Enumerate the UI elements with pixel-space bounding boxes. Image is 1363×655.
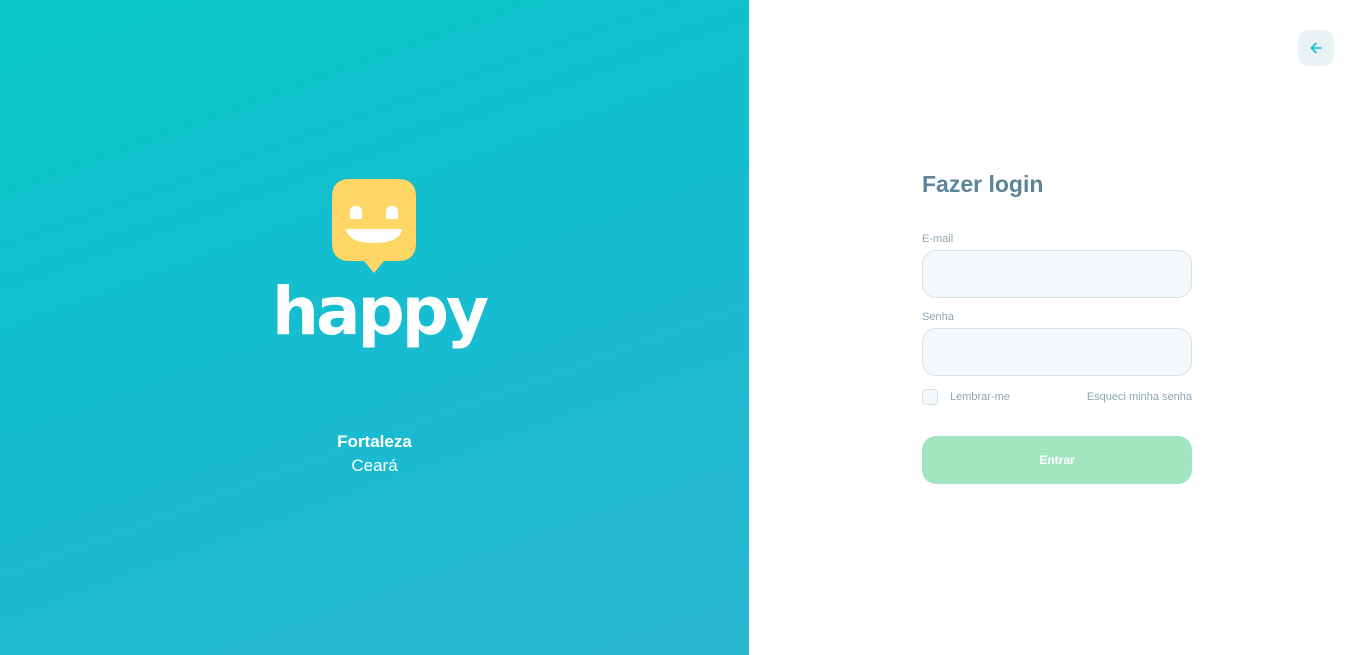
login-page: happy Fortaleza Ceará Fazer login E-mail… (0, 0, 1363, 655)
login-panel: Fazer login E-mail Senha Lembrar-me Esqu… (749, 0, 1363, 655)
page-title: Fazer login (922, 171, 1044, 197)
remember-me-checkbox[interactable] (922, 389, 938, 405)
email-label: E-mail (922, 233, 954, 245)
login-options: Lembrar-me Esqueci minha senha (922, 388, 1192, 406)
location-state: Ceará (351, 456, 398, 475)
password-label: Senha (922, 311, 954, 323)
remember-me-toggle[interactable]: Lembrar-me (922, 389, 1010, 405)
back-button[interactable] (1298, 30, 1334, 66)
brand-panel: happy Fortaleza Ceará (0, 0, 749, 655)
location: Fortaleza Ceará (0, 430, 749, 478)
forgot-password-link[interactable]: Esqueci minha senha (1087, 391, 1192, 403)
login-form: Fazer login E-mail Senha Lembrar-me Esqu… (922, 168, 1192, 484)
remember-me-label: Lembrar-me (950, 391, 1010, 403)
brand-logo: happy (272, 176, 489, 360)
location-city: Fortaleza (337, 432, 412, 451)
email-field[interactable] (922, 250, 1192, 298)
happy-face-balloon-icon (332, 179, 416, 273)
password-field[interactable] (922, 328, 1192, 376)
login-submit-button[interactable]: Entrar (922, 436, 1192, 484)
arrow-left-icon (1310, 42, 1322, 54)
brand-wordmark: happy (272, 273, 489, 350)
